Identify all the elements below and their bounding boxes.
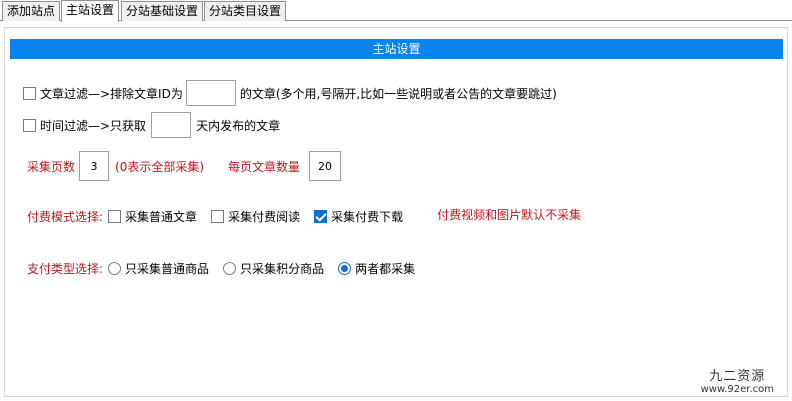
time-filter-suffix: 天内发布的文章 — [196, 118, 281, 133]
paid-mode-row: 付费模式选择: 采集普通文章 采集付费阅读 采集付费下载 付费视频和图片默认不采… — [27, 206, 581, 226]
watermark-line2: www.92er.com — [700, 384, 774, 395]
tab-main-site-settings[interactable]: 主站设置 — [61, 0, 120, 22]
exclude-article-id-input[interactable] — [185, 80, 236, 106]
time-filter-checkbox[interactable] — [23, 118, 36, 132]
time-filter-prefix: 时间过滤—>只获取 — [40, 118, 147, 133]
pay-type-option-both-radio[interactable] — [338, 261, 352, 275]
site-watermark: 九二资源 www.92er.com — [701, 365, 774, 395]
pay-type-option-points-radio[interactable] — [223, 261, 237, 275]
paid-mode-option-normal-checkbox[interactable] — [108, 209, 122, 223]
time-filter-row: 时间过滤—>只获取 天内发布的文章 — [23, 112, 280, 138]
paid-mode-note: 付费视频和图片默认不采集 — [437, 207, 582, 222]
days-input[interactable] — [151, 112, 192, 138]
paid-mode-option-download-checkbox[interactable] — [314, 209, 328, 223]
main-settings-panel: 主站设置 文章过滤—>排除文章ID为 的文章(多个用,号隔开,比如一些说明或者公… — [4, 27, 788, 397]
paid-mode-option-normal-label: 采集普通文章 — [125, 209, 198, 224]
pay-type-option-points-label: 只采集积分商品 — [240, 261, 325, 276]
article-filter-checkbox[interactable] — [23, 86, 36, 100]
pay-type-option-both-label: 两者都采集 — [355, 261, 416, 276]
pay-type-row: 支付类型选择: 只采集普通商品 只采集积分商品 两者都采集 — [27, 258, 415, 278]
per-page-label: 每页文章数量 — [228, 159, 301, 174]
per-page-input[interactable] — [309, 151, 342, 181]
tab-bar: 添加站点 主站设置 分站基础设置 分站类目设置 — [0, 0, 792, 22]
pages-row: 采集页数 (0表示全部采集) 每页文章数量 — [27, 150, 342, 182]
paid-mode-option-read-label: 采集付费阅读 — [228, 209, 301, 224]
article-filter-suffix: 的文章(多个用,号隔开,比如一些说明或者公告的文章要跳过) — [239, 86, 557, 101]
watermark-line1: 九二资源 — [709, 369, 766, 384]
pages-hint: (0表示全部采集) — [115, 159, 205, 174]
pages-label: 采集页数 — [27, 159, 76, 174]
panel-title: 主站设置 — [10, 39, 783, 59]
tab-branch-category-settings[interactable]: 分站类目设置 — [204, 1, 287, 21]
pages-input[interactable] — [79, 151, 110, 181]
paid-mode-option-read-checkbox[interactable] — [211, 209, 225, 223]
article-filter-row: 文章过滤—>排除文章ID为 的文章(多个用,号隔开,比如一些说明或者公告的文章要… — [23, 80, 557, 106]
tab-add-site[interactable]: 添加站点 — [2, 1, 61, 21]
article-filter-prefix: 文章过滤—>排除文章ID为 — [40, 86, 183, 101]
pay-type-option-normal-radio[interactable] — [108, 261, 122, 275]
pay-type-option-normal-label: 只采集普通商品 — [125, 261, 210, 276]
paid-mode-label: 付费模式选择: — [27, 209, 104, 224]
pay-type-label: 支付类型选择: — [27, 261, 104, 276]
paid-mode-option-download-label: 采集付费下载 — [331, 209, 404, 224]
tab-branch-basic-settings[interactable]: 分站基础设置 — [121, 1, 204, 21]
